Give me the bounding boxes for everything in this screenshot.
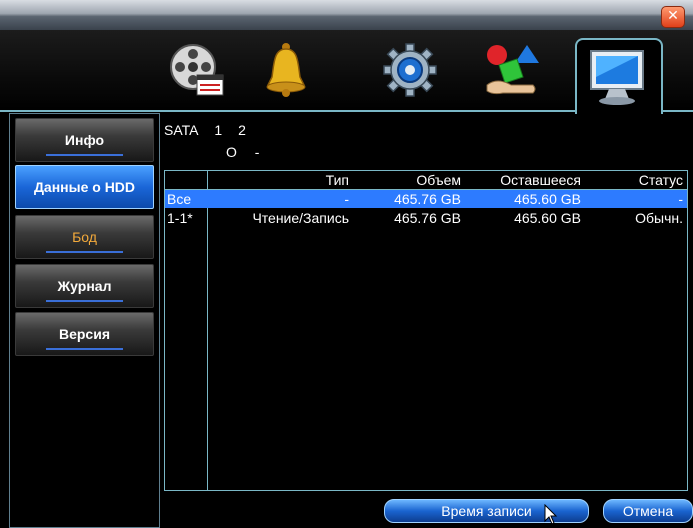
sidebar: Инфо Данные о HDD Бод Журнал Версия — [9, 113, 160, 528]
cancel-button[interactable]: Отмена — [603, 499, 693, 523]
sata-label: SATA — [164, 122, 199, 138]
row-id: Все — [167, 191, 192, 207]
sidebar-item-log[interactable]: Журнал — [15, 264, 154, 308]
sata-port: 1 — [214, 122, 223, 138]
gear-icon — [383, 43, 437, 97]
row-remaining: 465.60 GB — [514, 210, 581, 226]
title-bar: ✕ — [0, 0, 693, 30]
item-underline — [46, 154, 123, 156]
sidebar-item-label: Бод — [72, 229, 97, 245]
port-status: O — [226, 144, 237, 160]
bell-icon — [266, 43, 306, 97]
tab-record[interactable] — [166, 40, 226, 100]
main-menu-bar — [0, 30, 693, 114]
header-type: Тип — [325, 172, 349, 188]
mouse-cursor-icon — [544, 504, 558, 525]
sidebar-item-label: Версия — [58, 326, 110, 342]
row-type: - — [344, 191, 349, 207]
hdd-info-panel: SATA 1 2 O - Тип Объем Оставшееся Статус… — [158, 113, 693, 527]
row-volume: 465.76 GB — [394, 191, 461, 207]
tab-advanced[interactable] — [482, 40, 542, 100]
row-remaining: 465.60 GB — [514, 191, 581, 207]
sata-port-row: SATA 1 2 — [164, 122, 258, 138]
header-volume: Объем — [416, 172, 461, 188]
item-underline — [46, 251, 123, 253]
sidebar-item-label: Инфо — [64, 132, 105, 148]
sidebar-item-info[interactable]: Инфо — [15, 118, 154, 162]
monitor-icon — [590, 50, 644, 105]
row-type: Чтение/Запись — [252, 210, 349, 226]
tab-settings[interactable] — [380, 40, 440, 100]
close-button[interactable]: ✕ — [661, 6, 685, 28]
header-status: Статус — [638, 172, 683, 188]
sidebar-item-baud[interactable]: Бод — [15, 215, 154, 259]
shapes-icon — [486, 45, 539, 95]
row-volume: 465.76 GB — [394, 210, 461, 226]
sidebar-item-label: Журнал — [57, 278, 112, 294]
table-row[interactable]: 1-1* Чтение/Запись 465.76 GB 465.60 GB О… — [165, 209, 687, 227]
row-status: - — [678, 191, 683, 207]
row-status: Обычн. — [635, 210, 683, 226]
sidebar-item-hdd-info[interactable]: Данные о HDD — [15, 165, 154, 209]
port-status: - — [254, 144, 260, 160]
table-header: Тип Объем Оставшееся Статус — [165, 171, 687, 190]
table-row[interactable]: Все - 465.76 GB 465.60 GB - — [165, 190, 687, 208]
hdd-table: Тип Объем Оставшееся Статус Все - 465.76… — [164, 170, 688, 491]
record-time-button[interactable]: Время записи — [384, 499, 589, 523]
header-remaining: Оставшееся — [500, 172, 581, 188]
tab-alarm[interactable] — [256, 40, 316, 100]
tab-system-info[interactable] — [575, 38, 663, 114]
item-underline — [46, 300, 123, 302]
sata-port: 2 — [238, 122, 246, 138]
row-id: 1-1* — [167, 210, 193, 226]
sata-status-row: O - — [226, 144, 273, 160]
film-reel-icon — [170, 44, 224, 96]
sidebar-item-label: Данные о HDD — [33, 179, 136, 195]
sidebar-item-version[interactable]: Версия — [15, 312, 154, 356]
item-underline — [46, 348, 123, 350]
